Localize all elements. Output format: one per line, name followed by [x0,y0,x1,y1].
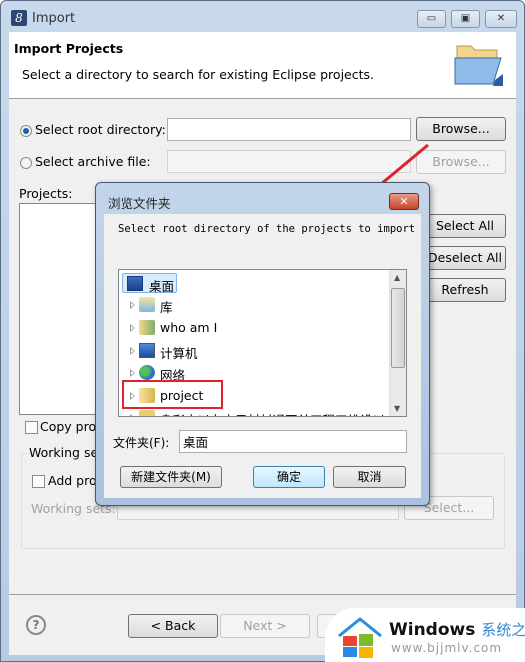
ok-button[interactable]: 确定 [253,466,325,488]
user-folder-icon [139,320,155,335]
watermark-url: www.bjjmlv.com [391,641,503,655]
close-icon: ✕ [399,195,409,208]
page-title: Import Projects [14,41,124,56]
copy-projects-checkbox[interactable] [25,421,38,434]
title-bar[interactable]: 8 Import ▭ ▣ ✕ [1,1,524,33]
wizard-header: Import Projects Select a directory to se… [9,32,516,99]
next-button[interactable]: Next > [220,614,310,638]
folder-label: 文件夹(F): [113,436,170,450]
root-directory-label: Select root directory: [35,122,166,137]
folder-input[interactable] [179,430,407,453]
maximize-button[interactable]: ▣ [451,10,480,28]
refresh-button[interactable]: Refresh [424,278,506,302]
close-icon: ✕ [496,13,506,24]
add-to-working-sets-checkbox[interactable] [32,475,45,488]
root-directory-radio[interactable] [20,125,32,137]
dialog-title: 浏览文件夹 [108,196,171,211]
expand-icon[interactable] [130,414,135,416]
watermark-brand: Windows [389,620,476,640]
expand-icon[interactable] [130,347,135,355]
browse-root-button[interactable]: Browse... [416,117,506,141]
projects-label: Projects: [19,186,73,201]
archive-file-label: Select archive file: [35,154,151,169]
maximize-icon: ▣ [460,13,471,24]
folder-icon [139,410,155,416]
tree-scrollbar[interactable]: ▲ ▼ [389,270,406,416]
new-folder-button[interactable]: 新建文件夹(M) [120,466,222,488]
watermark-brand-cn: 系统之家 [481,621,525,639]
desktop-icon [127,276,143,291]
browse-folder-dialog: 浏览文件夹 ✕ Select root directory of the pro… [95,182,430,506]
close-button[interactable]: ✕ [485,10,517,28]
library-icon [139,297,155,312]
eclipse-icon: 8 [11,10,27,26]
dialog-description: Select root directory of the projects to… [118,223,416,235]
open-folder-icon [454,45,503,86]
expand-icon[interactable] [130,369,135,377]
dialog-close-button[interactable]: ✕ [389,193,419,210]
page-description: Select a directory to search for existin… [22,67,374,82]
computer-icon [139,343,155,358]
help-icon[interactable]: ? [26,615,46,635]
expand-icon[interactable] [130,324,135,332]
footer-separator [9,594,516,595]
window-title: Import [32,11,76,26]
dialog-body: Select root directory of the projects to… [104,214,421,498]
highlight-box [122,380,223,409]
root-directory-input[interactable] [167,118,411,141]
cancel-button[interactable]: 取消 [333,466,406,488]
minimize-icon: ▭ [426,13,437,24]
back-button[interactable]: < Back [128,614,218,638]
network-icon [139,365,155,380]
tree-item-desktop[interactable]: 桌面 [122,273,177,294]
watermark: Windows 系统之家 www.bjjmlv.com [325,608,525,662]
scroll-up-icon[interactable]: ▲ [394,273,400,282]
archive-file-radio[interactable] [20,157,32,169]
windows-logo-icon [338,617,382,658]
minimize-button[interactable]: ▭ [417,10,446,28]
expand-icon[interactable] [130,301,135,309]
scroll-down-icon[interactable]: ▼ [394,404,400,413]
scroll-thumb[interactable] [391,288,405,368]
